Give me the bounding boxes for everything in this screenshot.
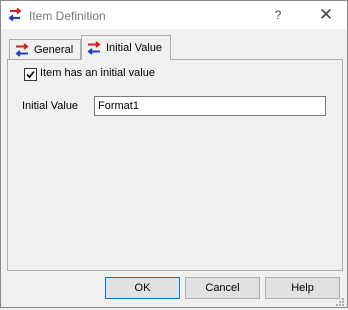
tab-initial-value-label: Initial Value: [106, 42, 163, 54]
item-definition-icon: [7, 7, 23, 23]
resize-grip-icon[interactable]: [335, 297, 345, 307]
checkmark-icon: [26, 70, 35, 79]
help-title-button[interactable]: ?: [263, 1, 293, 29]
swap-arrows-icon: [14, 42, 30, 57]
swap-arrows-icon: [86, 41, 102, 55]
initial-value-checkbox[interactable]: [24, 68, 37, 81]
dialog-window: Item Definition ? ✕ General Initial Valu…: [0, 0, 348, 308]
close-button[interactable]: ✕: [311, 1, 341, 29]
ok-button[interactable]: OK: [105, 277, 180, 299]
cancel-button[interactable]: Cancel: [185, 277, 260, 299]
tab-general-label: General: [34, 43, 74, 56]
initial-value-input[interactable]: [94, 96, 326, 116]
title-bar[interactable]: Item Definition ? ✕: [1, 1, 347, 29]
tab-general[interactable]: General: [9, 39, 81, 59]
window-title: Item Definition: [29, 9, 106, 23]
tab-initial-value[interactable]: Initial Value: [81, 35, 171, 60]
checkbox-label[interactable]: Item has an initial value: [40, 67, 155, 79]
tab-panel: Item has an initial value Initial Value: [7, 59, 343, 271]
initial-value-label: Initial Value: [22, 100, 79, 112]
help-button[interactable]: Help: [265, 277, 340, 299]
